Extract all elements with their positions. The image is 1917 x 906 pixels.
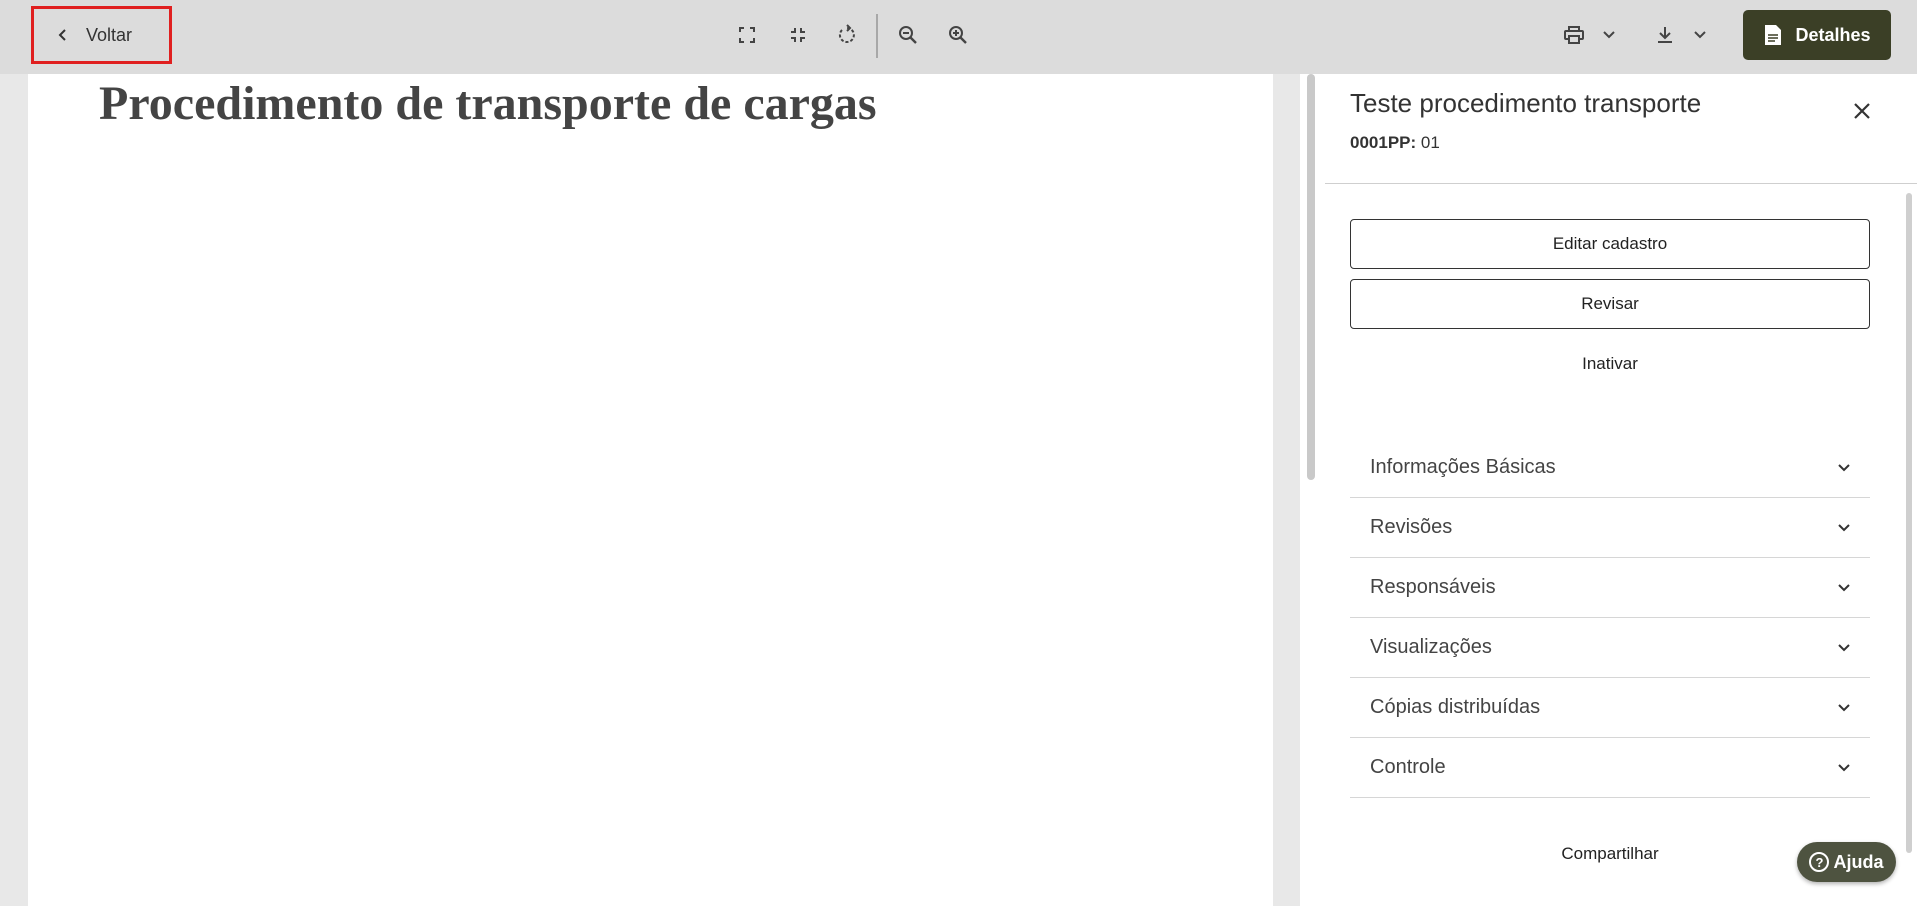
accordion-label: Visualizações [1370,636,1492,658]
document-page: Procedimento de transporte de cargas [28,74,1273,906]
rotate-icon[interactable] [834,22,860,48]
chevron-down-icon [1838,523,1850,531]
document-icon [1765,25,1782,45]
download-icon[interactable] [1652,22,1678,48]
accordion-views[interactable]: Visualizações [1350,618,1870,678]
chevron-down-icon [1838,463,1850,471]
document-scrollbar[interactable] [1307,74,1315,480]
accordion-revisions[interactable]: Revisões [1350,498,1870,558]
document-code-value: 01 [1420,133,1440,152]
zoom-in-icon[interactable] [945,22,971,48]
print-menu-chevron-down-icon[interactable] [1596,22,1622,48]
review-button[interactable]: Revisar [1350,279,1870,329]
fullscreen-icon[interactable] [734,22,760,48]
panel-scrollbar[interactable] [1906,193,1912,853]
document-viewer: Procedimento de transporte de cargas [0,74,1300,906]
accordion-label: Cópias distribuídas [1370,696,1541,718]
chevron-left-icon [58,29,66,41]
panel-divider [1325,183,1917,184]
panel-title: Teste procedimento transporte [1350,88,1702,118]
chevron-down-icon [1838,583,1850,591]
document-code: 0001PP: 01 [1350,133,1440,153]
download-menu-chevron-down-icon[interactable] [1687,22,1713,48]
share-button[interactable]: Compartilhar [1350,834,1870,874]
help-icon: ? [1809,852,1830,872]
details-button-label: Detalhes [1795,24,1871,45]
accordion-label: Informações Básicas [1370,456,1556,478]
accordion-control[interactable]: Controle [1350,738,1870,798]
document-code-label: 0001PP: [1350,133,1417,152]
accordion-distributed-copies[interactable]: Cópias distribuídas [1350,678,1870,738]
toolbar-divider [876,14,878,58]
details-button[interactable]: Detalhes [1743,10,1891,60]
details-accordion: Informações Básicas Revisões Responsávei… [1350,438,1870,798]
accordion-label: Revisões [1370,516,1453,538]
zoom-out-icon[interactable] [895,22,921,48]
help-button-label: Ajuda [1833,851,1884,872]
deactivate-button[interactable]: Inativar [1350,344,1870,384]
accordion-label: Controle [1370,756,1446,778]
exit-fullscreen-icon[interactable] [785,22,811,48]
chevron-down-icon [1838,643,1850,651]
accordion-basic-info[interactable]: Informações Básicas [1350,438,1870,498]
accordion-responsibles[interactable]: Responsáveis [1350,558,1870,618]
top-toolbar: Voltar Detalhes [0,0,1917,74]
chevron-down-icon [1838,703,1850,711]
close-icon[interactable] [1851,100,1873,122]
chevron-down-icon [1838,763,1850,771]
accordion-label: Responsáveis [1370,576,1496,598]
edit-registration-button[interactable]: Editar cadastro [1350,219,1870,269]
help-button[interactable]: ? Ajuda [1797,842,1896,882]
document-title: Procedimento de transporte de cargas [99,77,877,130]
print-icon[interactable] [1561,22,1587,48]
back-button-label: Voltar [86,24,133,45]
back-button[interactable]: Voltar [31,6,172,64]
